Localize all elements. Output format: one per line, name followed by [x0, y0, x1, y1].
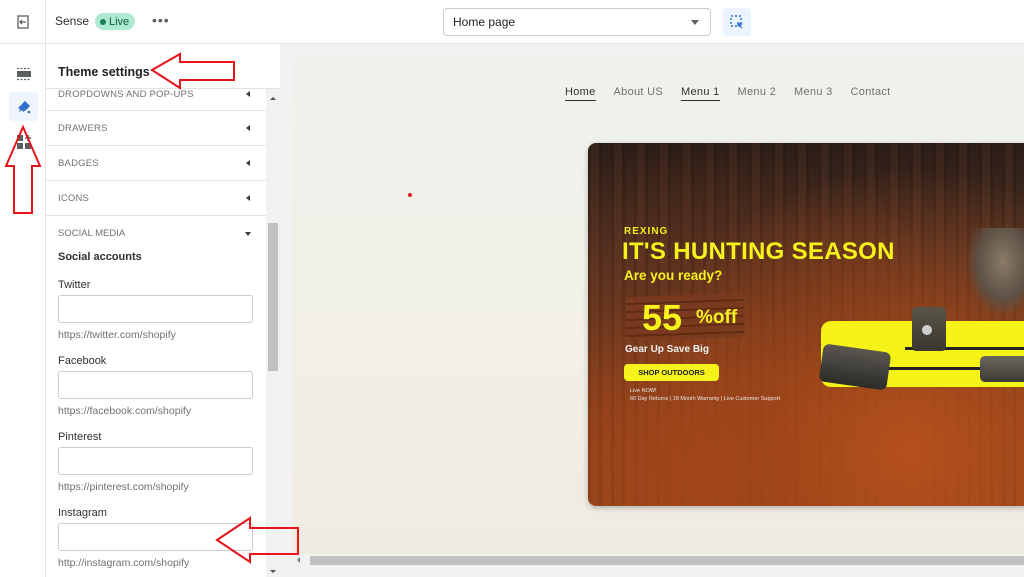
shop-outdoors-button[interactable]: SHOP OUTDOORS	[624, 364, 719, 381]
caret-left-icon	[246, 160, 250, 166]
top-bar: Sense Live ••• Home page	[0, 0, 1024, 44]
field-label: Instagram	[58, 507, 107, 519]
live-dot-icon	[100, 18, 106, 25]
preview-horizontal-scrollbar[interactable]	[292, 554, 1024, 567]
storefront-preview: Home About US Menu 1 Menu 2 Menu 3 Conta…	[292, 57, 1024, 554]
field-help: https://twitter.com/shopify	[58, 329, 176, 341]
section-label: DROPDOWNS AND POP-UPS	[58, 89, 194, 100]
paintbrush-icon	[17, 100, 30, 113]
theme-name: Sense	[55, 14, 90, 28]
facebook-field-group: Facebook https://facebook.com/shopify	[46, 355, 266, 431]
chevron-down-icon	[691, 20, 699, 25]
editor-rail	[0, 44, 46, 577]
caret-left-icon	[246, 195, 250, 201]
banner-tagline: Gear Up Save Big	[625, 344, 709, 355]
caret-down-icon	[245, 232, 251, 236]
nav-menu-2[interactable]: Menu 2	[738, 86, 777, 101]
apps-icon	[16, 134, 31, 149]
section-badges[interactable]: BADGES	[46, 146, 266, 181]
pinterest-field-group: Pinterest https://pinterest.com/shopify	[46, 431, 266, 507]
settings-list: DROPDOWNS AND POP-UPS DRAWERS BADGES ICO…	[46, 89, 266, 577]
section-label: BADGES	[58, 157, 99, 169]
twitter-input[interactable]	[58, 295, 253, 323]
scroll-down-icon[interactable]	[270, 570, 276, 573]
scope-product	[980, 356, 1024, 382]
hero-banner-image[interactable]: REXING IT'S HUNTING SEASON Are you ready…	[588, 143, 1024, 506]
section-label: SOCIAL MEDIA	[58, 228, 126, 239]
social-accounts-heading: Social accounts	[58, 251, 142, 263]
field-help: http://instagram.com/shopify	[58, 557, 190, 569]
page-select[interactable]: Home page	[443, 8, 711, 36]
status-badge-label: Live	[109, 15, 130, 28]
cursor-dot	[408, 193, 412, 197]
section-label: DRAWERS	[58, 122, 108, 134]
panel-header: Theme settings	[46, 44, 280, 89]
scroll-left-icon[interactable]	[297, 557, 300, 563]
scrollbar-thumb[interactable]	[310, 556, 1024, 565]
hunter-figure	[968, 228, 1024, 313]
camera-lens	[922, 325, 932, 335]
field-help: https://facebook.com/shopify	[58, 405, 192, 417]
rail-item-sections[interactable]	[9, 59, 38, 88]
section-icons[interactable]: ICONS	[46, 181, 266, 216]
field-help: https://pinterest.com/shopify	[58, 481, 189, 493]
status-badge: Live	[95, 13, 136, 30]
pinterest-input[interactable]	[58, 447, 253, 475]
section-dropdowns-and-popups[interactable]: DROPDOWNS AND POP-UPS	[46, 89, 266, 111]
section-drawers[interactable]: DRAWERS	[46, 111, 266, 146]
banner-fineprint: Live NOW! 60 Day Returns | 18 Month Warr…	[630, 387, 780, 403]
banner-brand: REXING	[624, 226, 669, 237]
caret-left-icon	[246, 125, 250, 131]
rail-item-app-embeds[interactable]	[9, 127, 38, 156]
theme-settings-panel: Theme settings DROPDOWNS AND POP-UPS DRA…	[46, 44, 280, 577]
field-label: Pinterest	[58, 431, 102, 443]
inspector-button[interactable]	[723, 8, 751, 36]
sections-icon	[16, 67, 31, 80]
field-label: Twitter	[58, 279, 91, 291]
fineprint-line: 60 Day Returns | 18 Month Warranty | Liv…	[630, 396, 780, 402]
panel-title: Theme settings	[58, 65, 150, 79]
rail-item-theme-settings[interactable]	[9, 92, 38, 121]
nav-menu-3[interactable]: Menu 3	[794, 86, 833, 101]
scrollbar-thumb[interactable]	[268, 223, 278, 371]
trail-camera-product	[912, 307, 946, 351]
nav-contact[interactable]: Contact	[851, 86, 891, 101]
more-horizontal-icon: •••	[152, 12, 170, 28]
exit-button[interactable]	[0, 0, 46, 44]
nav-about-us[interactable]: About US	[614, 86, 663, 101]
exit-icon	[16, 15, 29, 29]
field-label: Facebook	[58, 355, 107, 367]
preview-area: Home About US Menu 1 Menu 2 Menu 3 Conta…	[280, 44, 1024, 577]
banner-discount-value: 55	[642, 297, 683, 338]
twitter-field-group: Twitter https://twitter.com/shopify	[46, 279, 266, 355]
store-nav: Home About US Menu 1 Menu 2 Menu 3 Conta…	[565, 86, 891, 101]
caret-left-icon	[246, 91, 250, 97]
fineprint-line: Live NOW!	[630, 388, 657, 394]
panel-scrollbar[interactable]	[266, 89, 280, 577]
section-label: ICONS	[58, 192, 90, 204]
inspector-icon	[730, 15, 743, 29]
section-social-media[interactable]: SOCIAL MEDIA	[46, 216, 266, 251]
instagram-field-group: Instagram http://instagram.com/shopify	[46, 507, 266, 577]
facebook-input[interactable]	[58, 371, 253, 399]
scroll-up-icon[interactable]	[270, 97, 276, 100]
banner-discount-suffix: %off	[696, 307, 738, 328]
instagram-input[interactable]	[58, 523, 253, 551]
more-actions-button[interactable]: •••	[152, 12, 170, 28]
banner-subtitle: Are you ready?	[624, 268, 723, 283]
banner-title: IT'S HUNTING SEASON	[622, 238, 895, 265]
page-select-value: Home page	[453, 15, 516, 29]
nav-home[interactable]: Home	[565, 86, 596, 101]
nav-menu-1[interactable]: Menu 1	[681, 86, 720, 101]
